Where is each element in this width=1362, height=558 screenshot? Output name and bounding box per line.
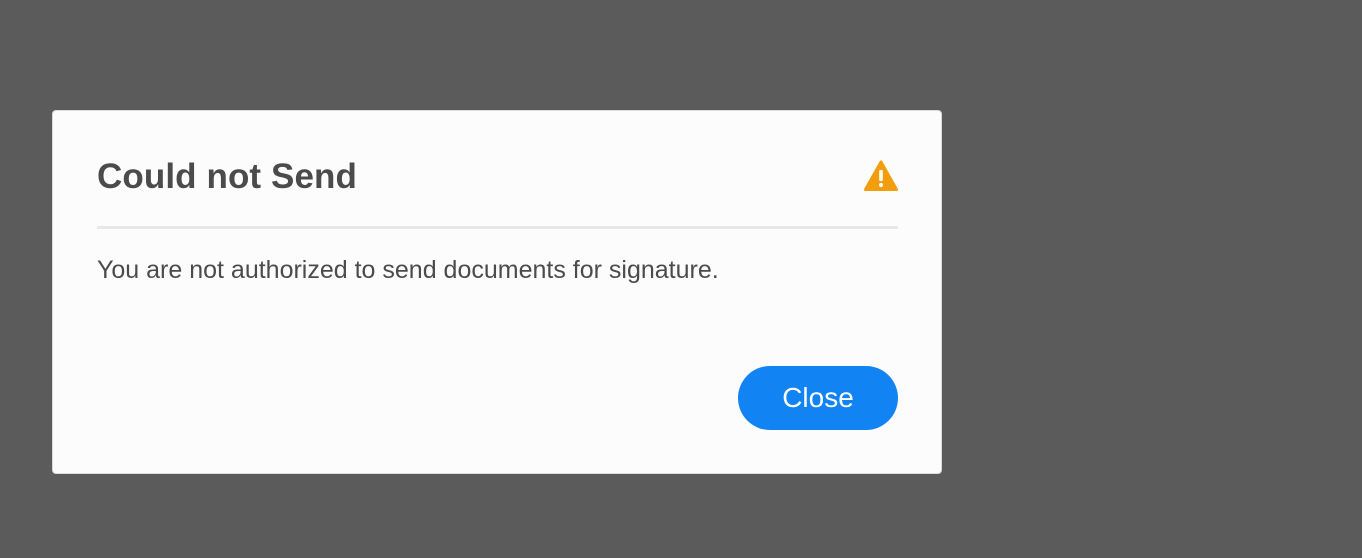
dialog-message: You are not authorized to send documents… xyxy=(97,256,719,284)
error-dialog: Could not Send You are not authorized to… xyxy=(52,110,942,474)
warning-icon xyxy=(864,160,898,192)
header-divider xyxy=(97,226,898,229)
close-button[interactable]: Close xyxy=(738,366,898,430)
dialog-header: Could not Send xyxy=(97,157,898,203)
dialog-title: Could not Send xyxy=(97,157,357,196)
